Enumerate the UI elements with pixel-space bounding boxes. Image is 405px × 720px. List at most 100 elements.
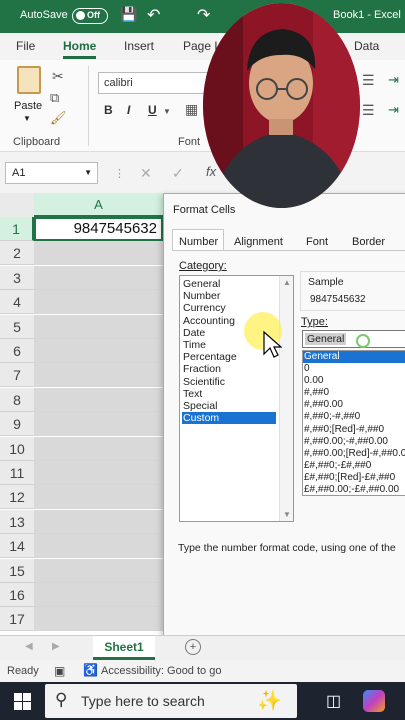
taskbar-search-box[interactable]: ⚲ Type here to search ✨ [45, 684, 297, 718]
row-header[interactable]: 5 [0, 314, 34, 339]
merge-icon[interactable]: ⇥ [388, 102, 399, 118]
copilot-app-icon[interactable] [363, 690, 385, 712]
tab-home[interactable]: Home [63, 39, 97, 59]
row-header[interactable]: 2 [0, 241, 34, 266]
grid-cell[interactable] [34, 339, 163, 363]
name-box-chevron-icon[interactable]: ▼ [84, 168, 92, 177]
underline-chevron-icon[interactable]: ▼ [163, 107, 171, 116]
next-sheet-icon[interactable]: ▶ [52, 641, 60, 652]
row-header[interactable]: 15 [0, 558, 34, 583]
row-header[interactable]: 13 [0, 509, 34, 534]
select-all-corner[interactable] [0, 193, 34, 217]
grid-cell[interactable] [34, 461, 163, 485]
sheet-tab-sheet1[interactable]: Sheet1 [93, 636, 155, 660]
category-item[interactable]: Fraction [182, 363, 276, 375]
tab-insert[interactable]: Insert [124, 39, 154, 53]
insert-function-button[interactable]: fx [206, 164, 216, 179]
task-view-icon[interactable]: ◫ [326, 691, 341, 711]
row-header[interactable]: 7 [0, 363, 34, 388]
macro-recorder-icon[interactable]: ▣ [54, 664, 65, 678]
bold-button[interactable]: B [104, 103, 113, 117]
row-header[interactable]: 11 [0, 461, 34, 485]
grid-cell[interactable] [34, 607, 163, 632]
cut-icon[interactable]: ✂ [52, 68, 64, 85]
format-type-item[interactable]: #,##0 [303, 387, 405, 399]
tab-font[interactable]: Font [306, 236, 328, 248]
accessibility-status[interactable]: Accessibility: Good to go [101, 665, 221, 677]
category-item[interactable]: Special [182, 400, 276, 412]
format-type-item[interactable]: £#,##0.00;-£#,##0.00 [303, 484, 405, 495]
format-type-item[interactable]: 0.00 [303, 375, 405, 387]
wrap-text-icon[interactable]: ⇥ [388, 72, 399, 88]
category-item[interactable]: Number [182, 290, 276, 302]
tab-border[interactable]: Border [352, 236, 385, 248]
row-header[interactable]: 6 [0, 339, 34, 363]
grid-cell[interactable] [34, 387, 163, 412]
format-painter-icon[interactable]: 🖌 [50, 110, 67, 126]
add-sheet-icon[interactable]: + [185, 639, 201, 655]
grid-cell[interactable] [34, 241, 163, 266]
scroll-down-icon[interactable]: ▼ [283, 510, 291, 519]
format-type-item[interactable]: £#,##0;-£#,##0 [303, 460, 405, 472]
paste-chevron-icon[interactable]: ▼ [23, 114, 31, 123]
format-type-item[interactable]: #,##0;[Red]-#,##0 [303, 424, 405, 436]
italic-button[interactable]: I [127, 103, 130, 117]
row-header[interactable]: 9 [0, 412, 34, 437]
copilot-sparkle-icon[interactable]: ✨ [257, 688, 282, 713]
font-name-box[interactable]: calibri [98, 72, 210, 94]
grid-cell[interactable] [34, 534, 163, 559]
redo-icon[interactable]: ↷ [197, 5, 210, 25]
row-header[interactable]: 1 [0, 217, 34, 241]
row-header[interactable]: 8 [0, 387, 34, 412]
accessibility-icon[interactable]: ♿ [83, 663, 98, 677]
grid-cell[interactable] [34, 436, 163, 461]
format-type-item[interactable]: £#,##0;[Red]-£#,##0 [303, 472, 405, 484]
windows-start-icon[interactable] [14, 693, 31, 710]
format-type-item[interactable]: General [303, 351, 405, 364]
indent-icon[interactable]: ☰ [362, 102, 375, 119]
enter-icon[interactable]: ✓ [172, 165, 184, 182]
tab-alignment[interactable]: Alignment [234, 236, 283, 248]
paste-icon[interactable] [17, 66, 41, 94]
name-box[interactable]: A1 ▼ [5, 162, 98, 184]
borders-icon[interactable]: ▦ [185, 101, 198, 118]
grid-cell[interactable] [34, 363, 163, 388]
format-type-item[interactable]: #,##0;-#,##0 [303, 411, 405, 423]
grid-cell[interactable] [34, 314, 163, 339]
row-header[interactable]: 17 [0, 607, 34, 632]
cell-a1[interactable]: 9847545632 [34, 217, 163, 241]
row-header[interactable]: 3 [0, 265, 34, 290]
grid-cell[interactable] [34, 290, 163, 315]
cancel-icon[interactable]: ✕ [140, 165, 152, 182]
row-header[interactable]: 16 [0, 583, 34, 607]
paste-button[interactable]: Paste [14, 100, 42, 112]
type-input[interactable]: General [302, 330, 405, 348]
grid-cell[interactable] [34, 558, 163, 583]
tab-number[interactable]: Number [179, 236, 218, 248]
column-header-a[interactable]: A [34, 193, 163, 217]
align-icon[interactable]: ☰ [362, 72, 375, 89]
format-type-item[interactable]: #,##0.00;-#,##0.00 [303, 436, 405, 448]
save-icon[interactable]: 💾 [120, 6, 137, 23]
format-type-list[interactable]: General 0 0.00 #,##0 #,##0.00 #,##0;-#,##0 #,#… [302, 350, 405, 496]
format-type-item[interactable]: 0 [303, 363, 405, 375]
undo-icon[interactable]: ↶ [147, 5, 160, 25]
format-type-item[interactable]: #,##0.00;[Red]-#,##0.00 [303, 448, 405, 460]
category-scrollbar[interactable]: ▲ ▼ [279, 276, 293, 521]
copy-icon[interactable]: ⧉ [50, 90, 59, 106]
row-header[interactable]: 12 [0, 485, 34, 510]
underline-button[interactable]: U [148, 103, 157, 117]
row-header[interactable]: 4 [0, 290, 34, 315]
grid-cell[interactable] [34, 509, 163, 534]
category-list[interactable]: General Number Currency Accounting Date Time P… [179, 275, 294, 522]
scroll-up-icon[interactable]: ▲ [283, 278, 291, 287]
grid-cell[interactable] [34, 265, 163, 290]
formula-bar-menu-icon[interactable]: ⋮ [114, 167, 125, 180]
tab-file[interactable]: File [16, 39, 35, 53]
tab-data[interactable]: Data [354, 39, 379, 53]
grid-cell[interactable] [34, 412, 163, 437]
category-item[interactable]: General [182, 278, 276, 290]
format-type-item[interactable]: #,##0.00 [303, 399, 405, 411]
row-header[interactable]: 10 [0, 436, 34, 461]
category-item[interactable]: Text [182, 388, 276, 400]
